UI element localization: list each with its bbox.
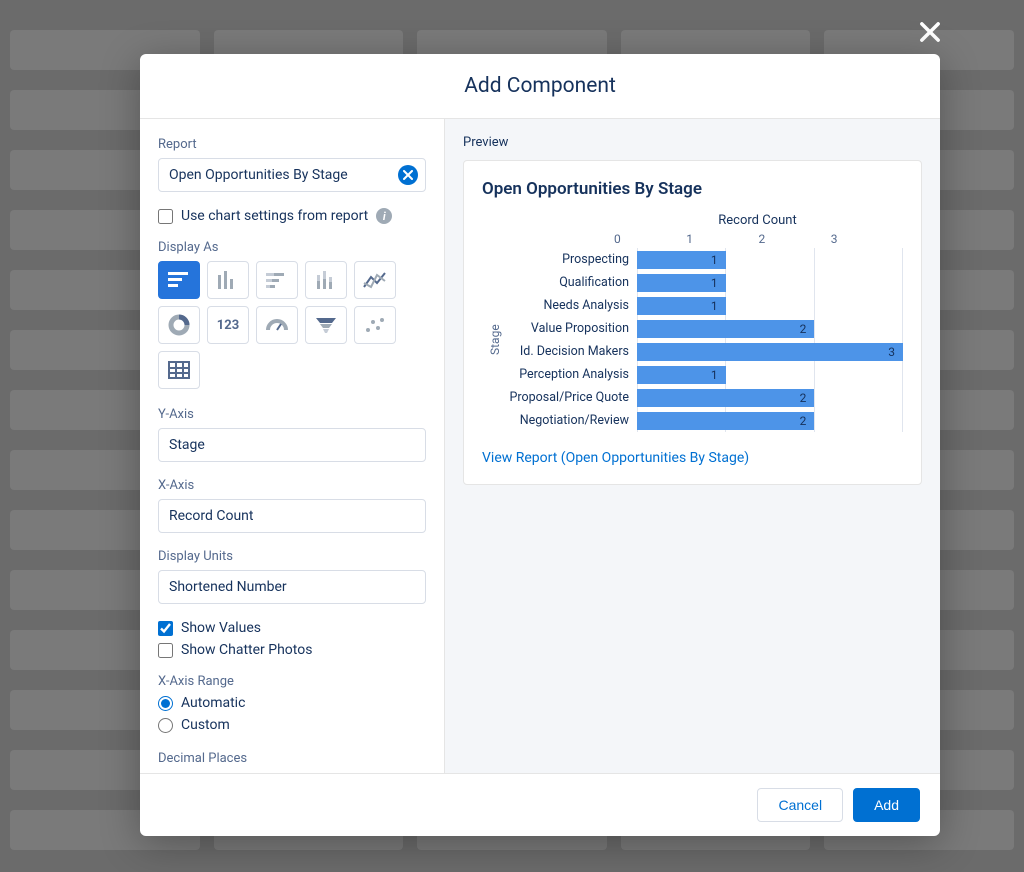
range-custom-label: Custom <box>181 717 230 733</box>
modal-footer: Cancel Add <box>140 773 940 836</box>
bar-label: Negotiation/Review <box>502 413 637 428</box>
bar: 2 <box>637 412 814 430</box>
bar-row: Value Proposition2 <box>502 317 903 340</box>
close-icon[interactable] <box>916 18 944 46</box>
chart-type-table[interactable] <box>158 351 200 389</box>
range-auto-radio[interactable] <box>158 696 173 711</box>
preview-label: Preview <box>463 135 922 150</box>
show-chatter-checkbox[interactable] <box>158 643 173 658</box>
view-report-link[interactable]: View Report (Open Opportunities By Stage… <box>482 450 749 466</box>
display-as-label: Display As <box>158 240 426 255</box>
xaxis-select[interactable]: Record Count <box>158 499 426 533</box>
show-values-label: Show Values <box>181 620 261 636</box>
use-chart-settings-checkbox[interactable] <box>158 209 173 224</box>
preview-title: Open Opportunities By Stage <box>482 179 903 199</box>
bar-row: Negotiation/Review2 <box>502 409 903 432</box>
bar-label: Qualification <box>502 275 637 290</box>
bar: 2 <box>637 320 814 338</box>
chart-type-hbar[interactable] <box>158 261 200 299</box>
bar: 1 <box>637 251 726 269</box>
display-as-grid: 123 <box>158 261 426 389</box>
chart-x-title: Record Count <box>482 213 903 228</box>
xaxis-range-label: X-Axis Range <box>158 674 426 689</box>
range-auto-label: Automatic <box>181 695 245 711</box>
chart-type-scatter[interactable] <box>354 306 396 344</box>
chart-type-stacked-hbar[interactable] <box>256 261 298 299</box>
chart-type-line[interactable] <box>354 261 396 299</box>
bar-row: Prospecting1 <box>502 248 903 271</box>
bar-label: Proposal/Price Quote <box>502 390 637 405</box>
show-values-checkbox[interactable] <box>158 621 173 636</box>
info-icon[interactable]: i <box>376 208 392 224</box>
cancel-button[interactable]: Cancel <box>757 788 843 822</box>
report-label: Report <box>158 137 426 152</box>
bar-row: Id. Decision Makers3 <box>502 340 903 363</box>
bar-label: Prospecting <box>502 252 637 267</box>
range-custom-radio[interactable] <box>158 718 173 733</box>
bar: 1 <box>637 297 726 315</box>
yaxis-label: Y-Axis <box>158 407 426 422</box>
display-units-label: Display Units <box>158 549 426 564</box>
add-component-modal: Add Component Report Open Opportunities … <box>140 54 940 836</box>
chart-type-stacked-vbar[interactable] <box>305 261 347 299</box>
show-chatter-label: Show Chatter Photos <box>181 642 312 658</box>
bar-label: Value Proposition <box>502 321 637 336</box>
bar-row: Perception Analysis1 <box>502 363 903 386</box>
chart-ticks: 0123 <box>482 232 903 246</box>
clear-report-icon[interactable] <box>398 165 418 185</box>
bar-label: Needs Analysis <box>502 298 637 313</box>
xaxis-label: X-Axis <box>158 478 426 493</box>
decimal-places-label: Decimal Places <box>158 751 426 766</box>
bar-row: Proposal/Price Quote2 <box>502 386 903 409</box>
chart-type-metric[interactable]: 123 <box>207 306 249 344</box>
bar: 3 <box>637 343 903 361</box>
chart-bars: Prospecting1Qualification1Needs Analysis… <box>502 248 903 432</box>
chart-type-gauge[interactable] <box>256 306 298 344</box>
report-input[interactable]: Open Opportunities By Stage <box>158 158 426 192</box>
bar: 2 <box>637 389 814 407</box>
config-panel: Report Open Opportunities By Stage Use c… <box>140 119 445 773</box>
chart-y-title: Stage <box>482 248 502 432</box>
bar-label: Perception Analysis <box>502 367 637 382</box>
display-units-select[interactable]: Shortened Number <box>158 570 426 604</box>
preview-panel: Preview Open Opportunities By Stage Reco… <box>445 119 940 773</box>
bar: 1 <box>637 366 726 384</box>
chart-type-funnel[interactable] <box>305 306 347 344</box>
bar: 1 <box>637 274 726 292</box>
bar-label: Id. Decision Makers <box>502 344 637 359</box>
modal-title: Add Component <box>140 54 940 119</box>
metric-icon-label: 123 <box>217 318 239 333</box>
bar-row: Qualification1 <box>502 271 903 294</box>
chart-type-vbar[interactable] <box>207 261 249 299</box>
chart-type-donut[interactable] <box>158 306 200 344</box>
bar-row: Needs Analysis1 <box>502 294 903 317</box>
preview-card: Open Opportunities By Stage Record Count… <box>463 160 922 485</box>
use-chart-settings-label: Use chart settings from report <box>181 208 368 224</box>
add-button[interactable]: Add <box>853 788 920 822</box>
yaxis-select[interactable]: Stage <box>158 428 426 462</box>
